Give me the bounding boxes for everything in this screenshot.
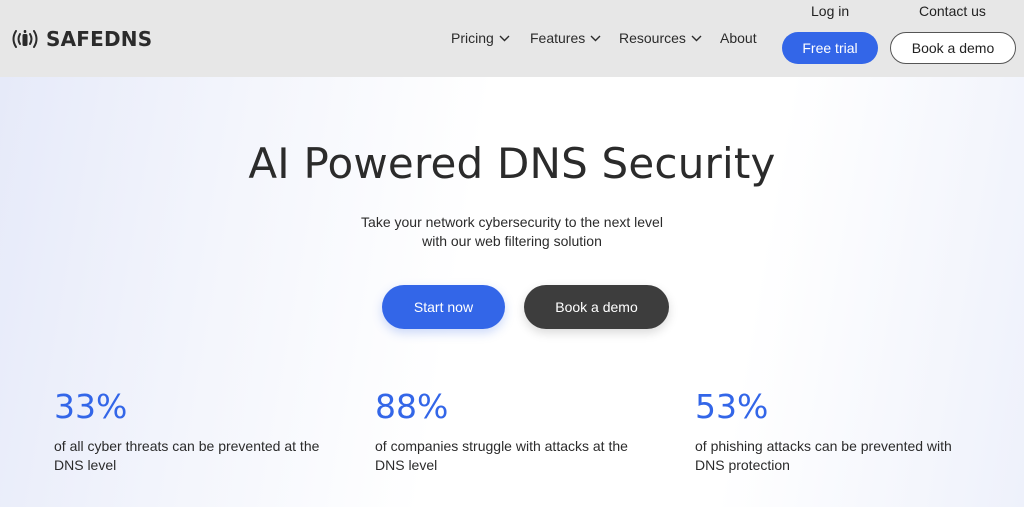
stat-description-line: DNS level [54,457,117,473]
stat-block: 88% of companies struggle with attacks a… [375,387,675,475]
nav-item-pricing[interactable]: Pricing [451,30,510,46]
utility-links: Log in Contact us [0,3,1024,21]
nav-item-label: Pricing [451,30,494,46]
stat-description: of phishing attacks can be prevented wit… [695,437,995,475]
stat-value: 33% [54,387,128,426]
stat-block: 33% of all cyber threats can be prevente… [54,387,354,475]
stat-description-line: DNS level [375,457,438,473]
header-book-demo-button[interactable]: Book a demo [890,32,1016,64]
nav-item-label: Features [530,30,586,46]
hero-book-demo-button[interactable]: Book a demo [524,285,669,329]
nav-item-label: About [720,30,757,46]
start-now-button[interactable]: Start now [382,285,505,329]
stat-value: 88% [375,387,449,426]
stat-block: 53% of phishing attacks can be prevented… [695,387,995,475]
chevron-down-icon [691,35,702,41]
hero-subtitle-line: Take your network cybersecurity to the n… [361,214,663,230]
hero-title: AI Powered DNS Security [248,139,776,188]
stat-description: of all cyber threats can be prevented at… [54,437,354,475]
free-trial-button[interactable]: Free trial [782,32,878,64]
stat-value: 53% [695,387,769,426]
login-link[interactable]: Log in [811,3,849,19]
hero-section: AI Powered DNS Security Take your networ… [0,77,1024,507]
stat-description-line: DNS protection [695,457,790,473]
contact-link[interactable]: Contact us [919,3,986,19]
chevron-down-icon [499,35,510,41]
nav-item-label: Resources [619,30,686,46]
site-header: SAFEDNS Log in Contact us Pricing Featur… [0,0,1024,77]
hero-subtitle: Take your network cybersecurity to the n… [0,213,1024,251]
nav-item-resources[interactable]: Resources [619,30,702,46]
stat-description-line: of phishing attacks can be prevented wit… [695,438,952,454]
stat-description-line: of all cyber threats can be prevented at… [54,438,320,454]
nav-item-about[interactable]: About [720,30,757,46]
nav-item-features[interactable]: Features [530,30,601,46]
chevron-down-icon [590,35,601,41]
stat-description: of companies struggle with attacks at th… [375,437,675,475]
hero-subtitle-line: with our web filtering solution [422,233,602,249]
stat-description-line: of companies struggle with attacks at th… [375,438,628,454]
